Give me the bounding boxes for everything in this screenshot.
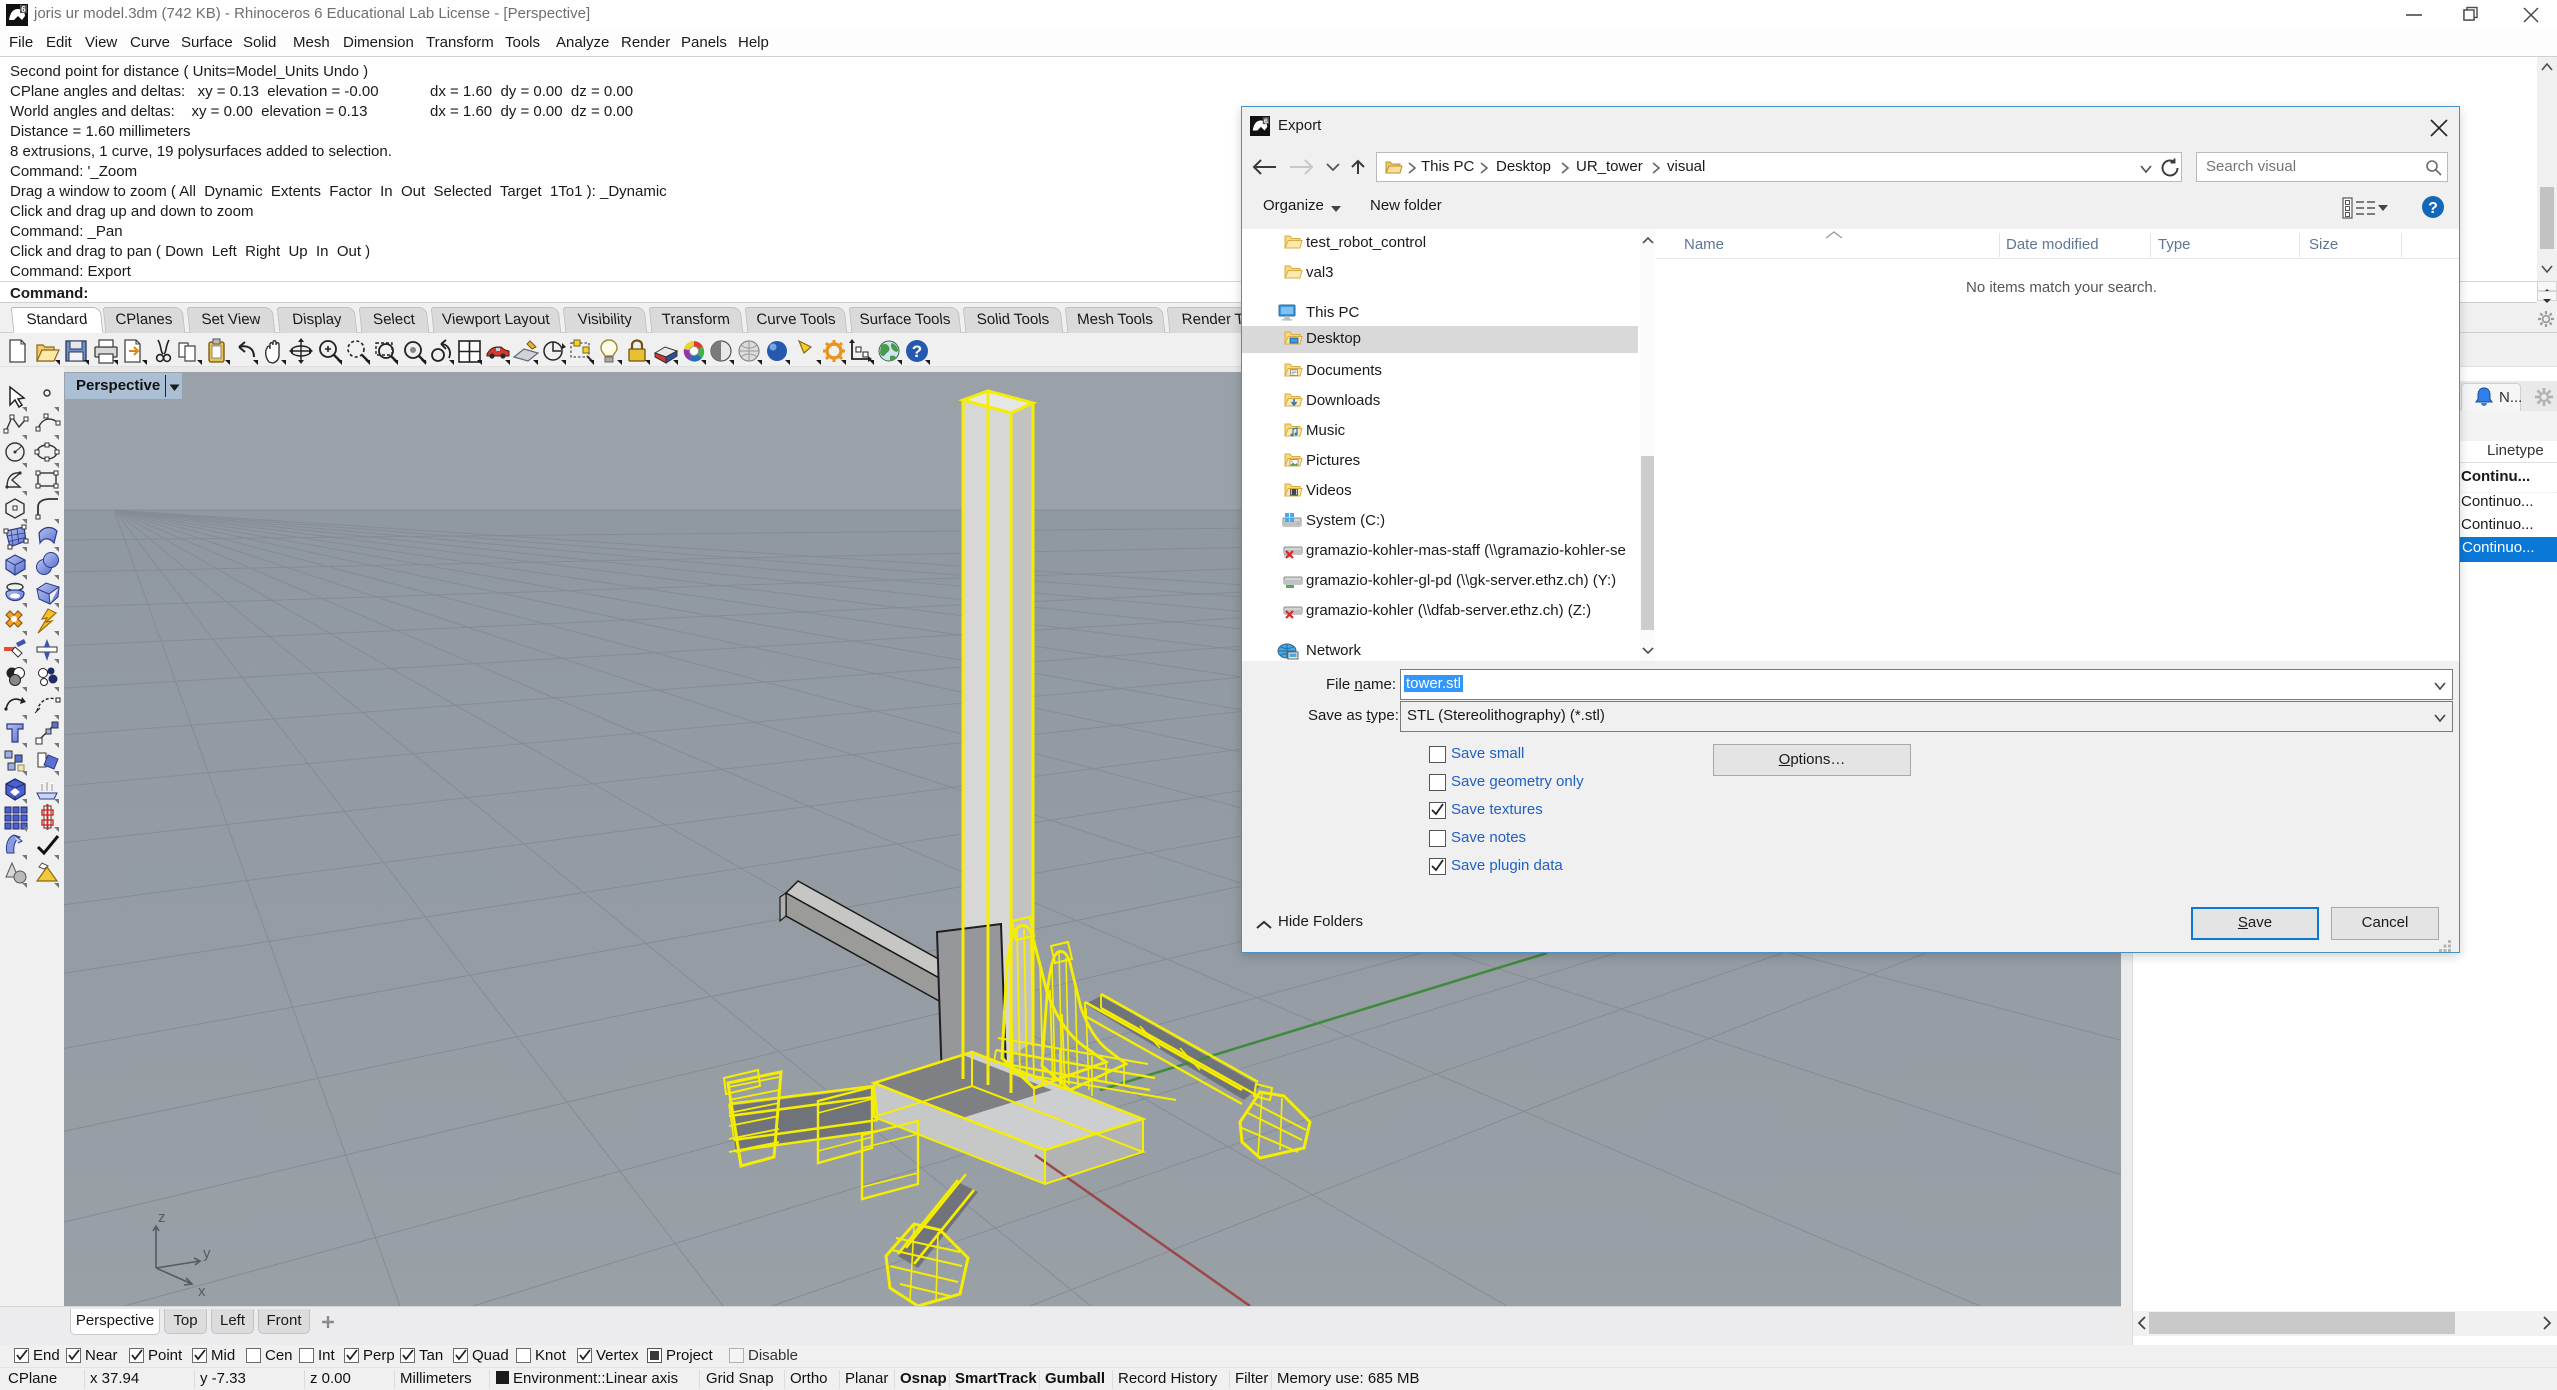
svg-text:6: 6 bbox=[1264, 116, 1268, 125]
svg-text:?: ? bbox=[2428, 200, 2438, 217]
svg-text:z: z bbox=[158, 1209, 166, 1226]
svg-text:y: y bbox=[203, 1245, 211, 1262]
svg-text:6: 6 bbox=[21, 5, 26, 14]
svg-text:x: x bbox=[198, 1283, 206, 1300]
svg-text:?: ? bbox=[912, 342, 922, 361]
